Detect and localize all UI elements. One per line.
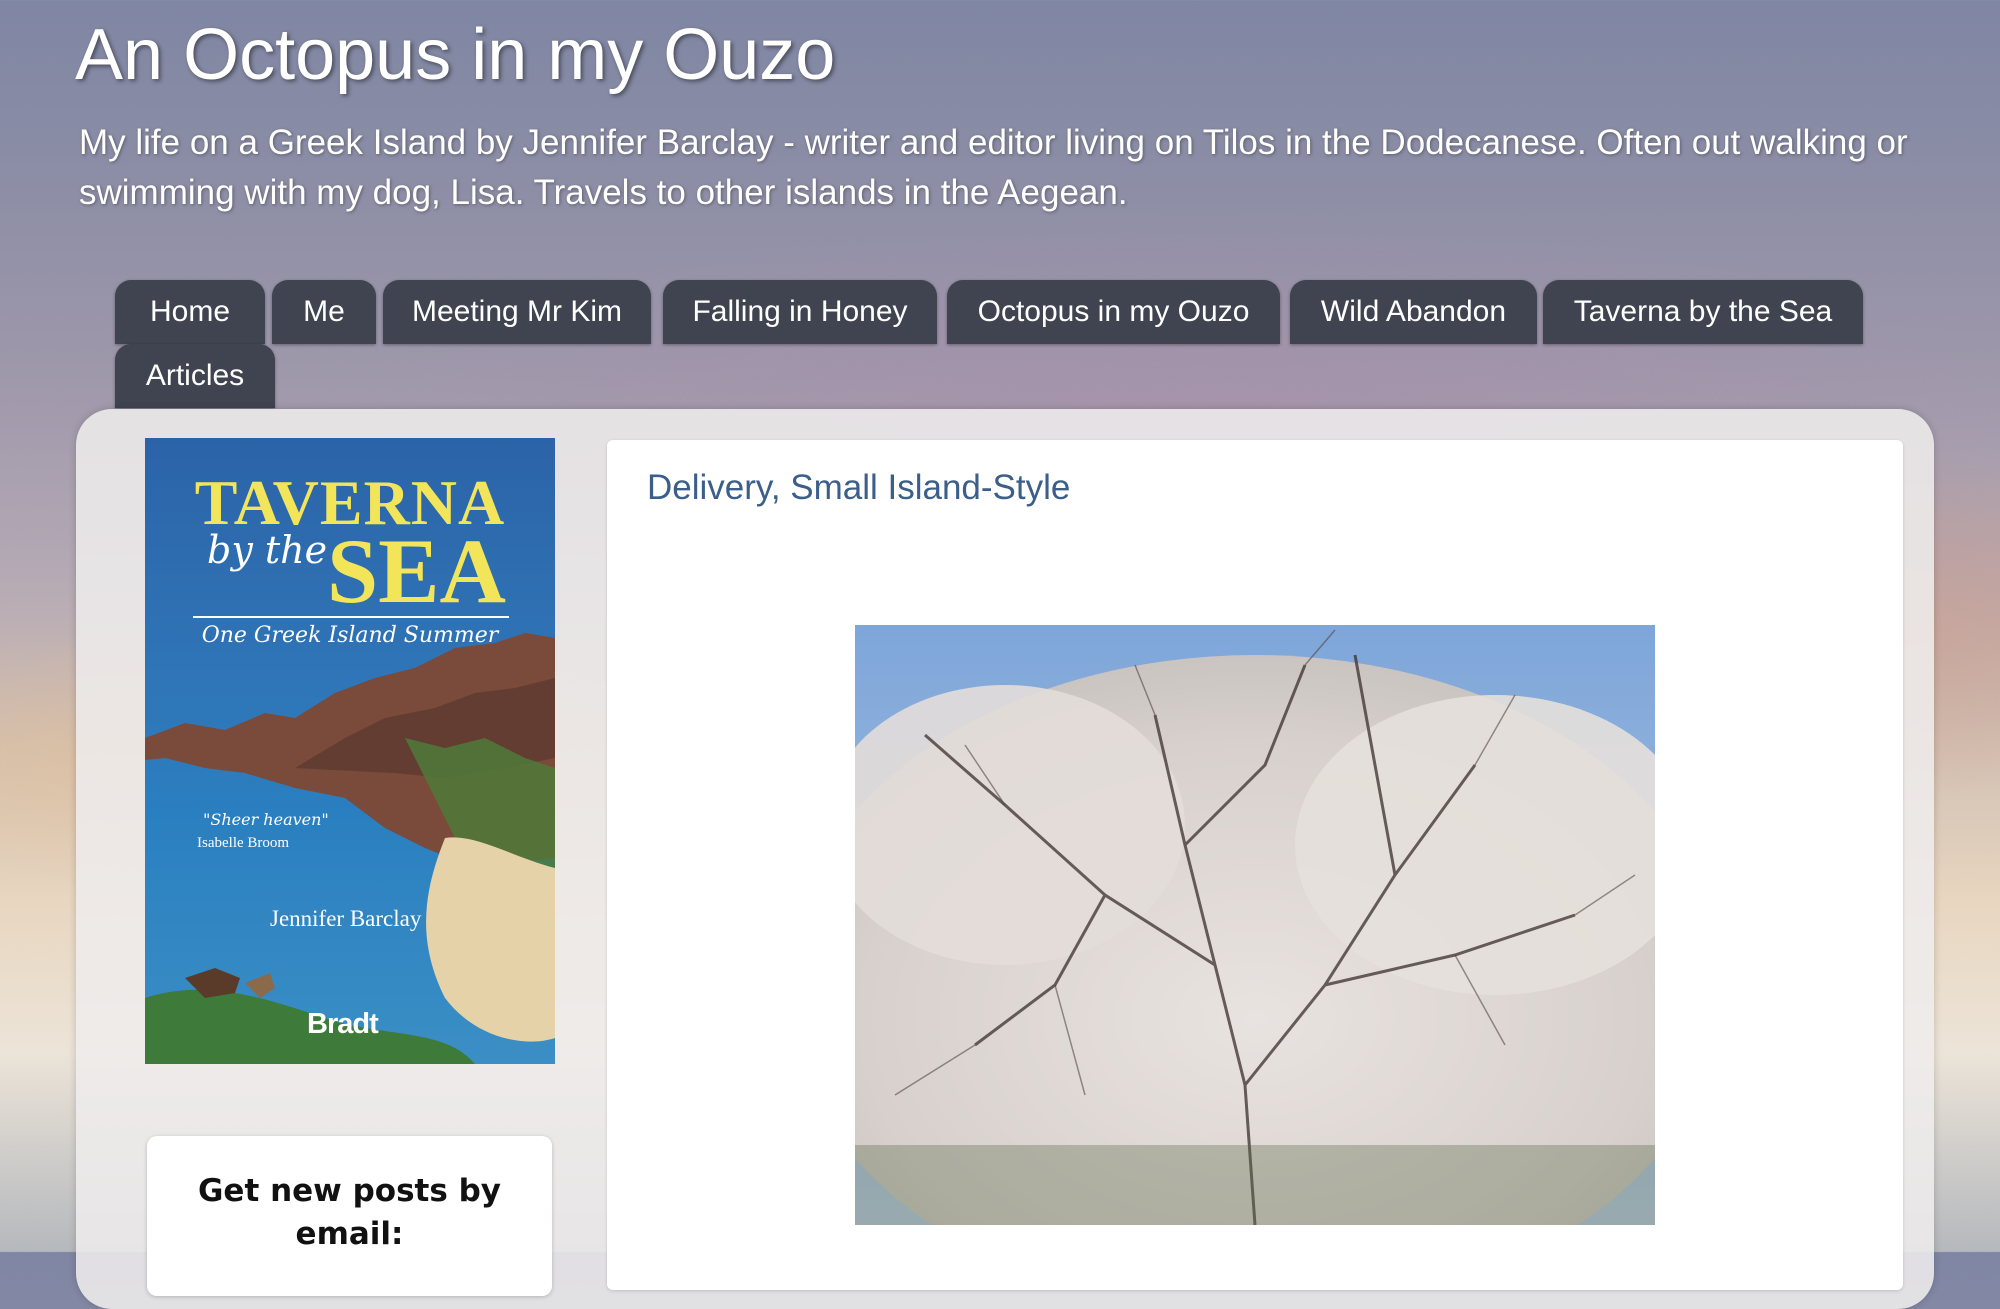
book-quote: "Sheer heaven" [203, 810, 329, 829]
email-subscribe-widget: Get new posts by email: [147, 1136, 552, 1296]
book-author: Jennifer Barclay [270, 906, 422, 931]
book-title-sea: SEA [327, 520, 506, 622]
email-widget-title: Get new posts by email: [197, 1173, 501, 1252]
site-title[interactable]: An Octopus in my Ouzo [75, 14, 835, 96]
tab-wild-abandon[interactable]: Wild Abandon [1290, 280, 1537, 344]
tab-articles[interactable]: Articles [115, 344, 275, 408]
book-title-rule [193, 616, 509, 618]
tab-meeting-mr-kim[interactable]: Meeting Mr Kim [383, 280, 651, 344]
blossom-tree-photo[interactable] [855, 625, 1655, 1225]
book-publisher-logo: Bradt [307, 1008, 379, 1040]
tab-falling-in-honey[interactable]: Falling in Honey [663, 280, 937, 344]
tab-taverna-by-the-sea[interactable]: Taverna by the Sea [1543, 280, 1863, 344]
book-cover-taverna-by-the-sea[interactable]: TAVERNA by the SEA One Greek Island Summ… [145, 438, 555, 1064]
book-title-by-the: by the [207, 528, 328, 572]
site-description: My life on a Greek Island by Jennifer Ba… [79, 123, 1908, 212]
tab-home[interactable]: Home [115, 280, 265, 344]
tab-octopus-in-my-ouzo[interactable]: Octopus in my Ouzo [947, 280, 1280, 344]
tab-me[interactable]: Me [272, 280, 376, 344]
book-subtitle: One Greek Island Summer [201, 623, 499, 648]
blog-post: Delivery, Small Island-Style [607, 440, 1903, 1290]
blossom-tree-image [855, 625, 1655, 1225]
post-title[interactable]: Delivery, Small Island-Style [647, 468, 1070, 508]
book-quote-author: Isabelle Broom [197, 835, 290, 851]
